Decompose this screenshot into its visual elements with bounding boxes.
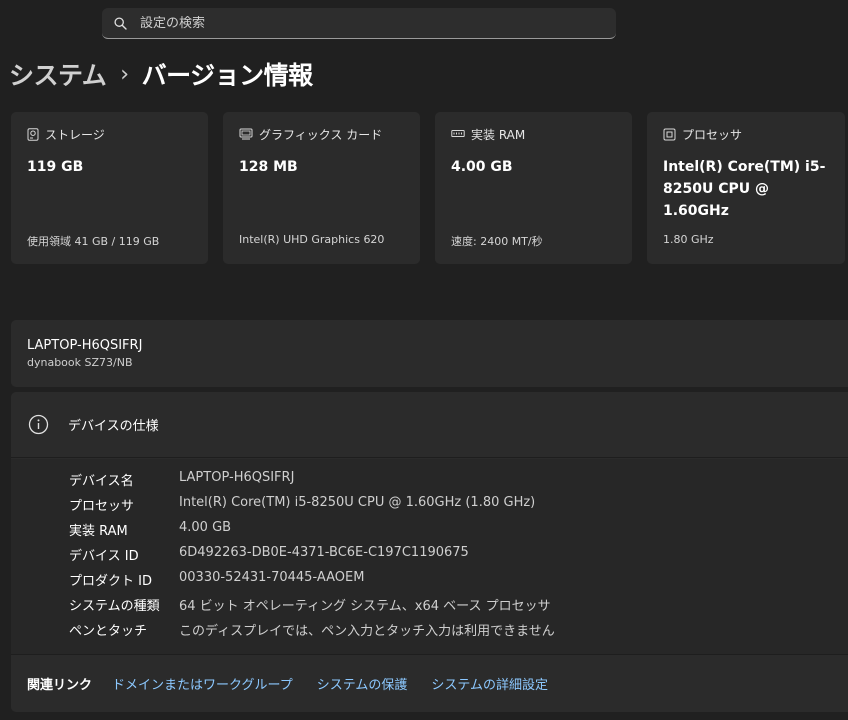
ram-speed: 速度: 2400 MT/秒 xyxy=(451,235,543,248)
graphics-memory-value: 128 MB xyxy=(239,159,298,175)
spec-row: プロセッサ Intel(R) Core(TM) i5-8250U CPU @ 1… xyxy=(69,495,535,515)
spec-row: システムの種類 64 ビット オペレーティング システム、x64 ベース プロセ… xyxy=(69,595,551,615)
link-advanced-system-settings[interactable]: システムの詳細設定 xyxy=(431,674,548,693)
card-title: 実装 RAM xyxy=(471,127,526,142)
processor-speed: 1.80 GHz xyxy=(663,233,714,246)
spec-value: このディスプレイでは、ペン入力とタッチ入力は利用できません xyxy=(179,624,555,639)
graphics-card-icon xyxy=(239,128,253,140)
spec-row: 実装 RAM 4.00 GB xyxy=(69,520,231,540)
ram-card[interactable]: 実装 RAM 4.00 GB 速度: 2400 MT/秒 xyxy=(435,112,632,264)
ram-icon xyxy=(451,130,465,137)
storage-value: 119 GB xyxy=(27,159,84,175)
info-icon xyxy=(28,414,49,435)
device-name-panel: LAPTOP-H6QSIFRJ dynabook SZ73/NB xyxy=(11,320,848,387)
link-domain-or-workgroup[interactable]: ドメインまたはワークグループ xyxy=(112,674,293,693)
search-input[interactable] xyxy=(140,15,580,31)
spec-value: 4.00 GB xyxy=(179,520,232,535)
spec-row: プロダクト ID 00330-52431-70445-AAOEM xyxy=(69,570,364,590)
spec-label: ペンとタッチ xyxy=(69,624,148,639)
settings-search-box[interactable] xyxy=(102,8,616,39)
spec-value: 6D492263-DB0E-4371-BC6E-C197C1190675 xyxy=(179,545,469,560)
spec-label: デバイス ID xyxy=(69,549,139,564)
storage-icon xyxy=(27,127,39,141)
link-system-protection[interactable]: システムの保護 xyxy=(317,674,408,693)
device-specifications-header[interactable]: デバイスの仕様 xyxy=(11,392,848,458)
related-links-title: 関連リンク xyxy=(27,678,93,693)
breadcrumb-parent-system[interactable]: システム xyxy=(9,56,107,92)
spec-row: ペンとタッチ このディスプレイでは、ペン入力とタッチ入力は利用できません xyxy=(69,620,555,640)
device-specifications-panel: デバイスの仕様 デバイス名 LAPTOP-H6QSIFRJ プロセッサ Inte… xyxy=(11,392,848,712)
specs-title: デバイスの仕様 xyxy=(68,419,159,434)
graphics-card[interactable]: グラフィックス カード 128 MB Intel(R) UHD Graphics… xyxy=(223,112,420,264)
spec-label: プロダクト ID xyxy=(69,574,152,589)
graphics-name: Intel(R) UHD Graphics 620 xyxy=(239,233,385,246)
breadcrumb: システム › バージョン情報 xyxy=(9,56,313,92)
spec-label: デバイス名 xyxy=(69,474,134,489)
processor-card[interactable]: プロセッサ Intel(R) Core(TM) i5-8250U CPU @ 1… xyxy=(647,112,845,264)
search-icon xyxy=(114,16,127,30)
spec-row: デバイス名 LAPTOP-H6QSIFRJ xyxy=(69,470,294,490)
chevron-right-icon: › xyxy=(120,61,129,87)
device-name: LAPTOP-H6QSIFRJ xyxy=(27,338,143,353)
spec-value: 00330-52431-70445-AAOEM xyxy=(179,570,365,585)
card-title: プロセッサ xyxy=(682,127,743,142)
related-links: 関連リンク ドメインまたはワークグループ システムの保護 システムの詳細設定 xyxy=(11,654,848,712)
spec-row: デバイス ID 6D492263-DB0E-4371-BC6E-C197C119… xyxy=(69,545,469,565)
card-title: グラフィックス カード xyxy=(259,127,383,142)
spec-label: プロセッサ xyxy=(69,499,135,514)
spec-value: 64 ビット オペレーティング システム、x64 ベース プロセッサ xyxy=(179,599,551,614)
storage-card[interactable]: ストレージ 119 GB 使用領域 41 GB / 119 GB xyxy=(11,112,208,264)
processor-value: Intel(R) Core(TM) i5-8250U CPU @ 1.60GHz xyxy=(663,159,826,219)
storage-usage: 使用領域 41 GB / 119 GB xyxy=(27,235,160,248)
specs-list: デバイス名 LAPTOP-H6QSIFRJ プロセッサ Intel(R) Cor… xyxy=(11,459,848,654)
spec-label: システムの種類 xyxy=(69,599,160,614)
spec-value: Intel(R) Core(TM) i5-8250U CPU @ 1.60GHz… xyxy=(179,495,536,510)
spec-label: 実装 RAM xyxy=(69,524,128,539)
spec-value: LAPTOP-H6QSIFRJ xyxy=(179,470,295,485)
page-title: バージョン情報 xyxy=(141,61,314,90)
processor-icon xyxy=(663,128,676,140)
device-model: dynabook SZ73/NB xyxy=(27,356,133,369)
card-title: ストレージ xyxy=(45,127,105,142)
ram-value: 4.00 GB xyxy=(451,159,513,175)
